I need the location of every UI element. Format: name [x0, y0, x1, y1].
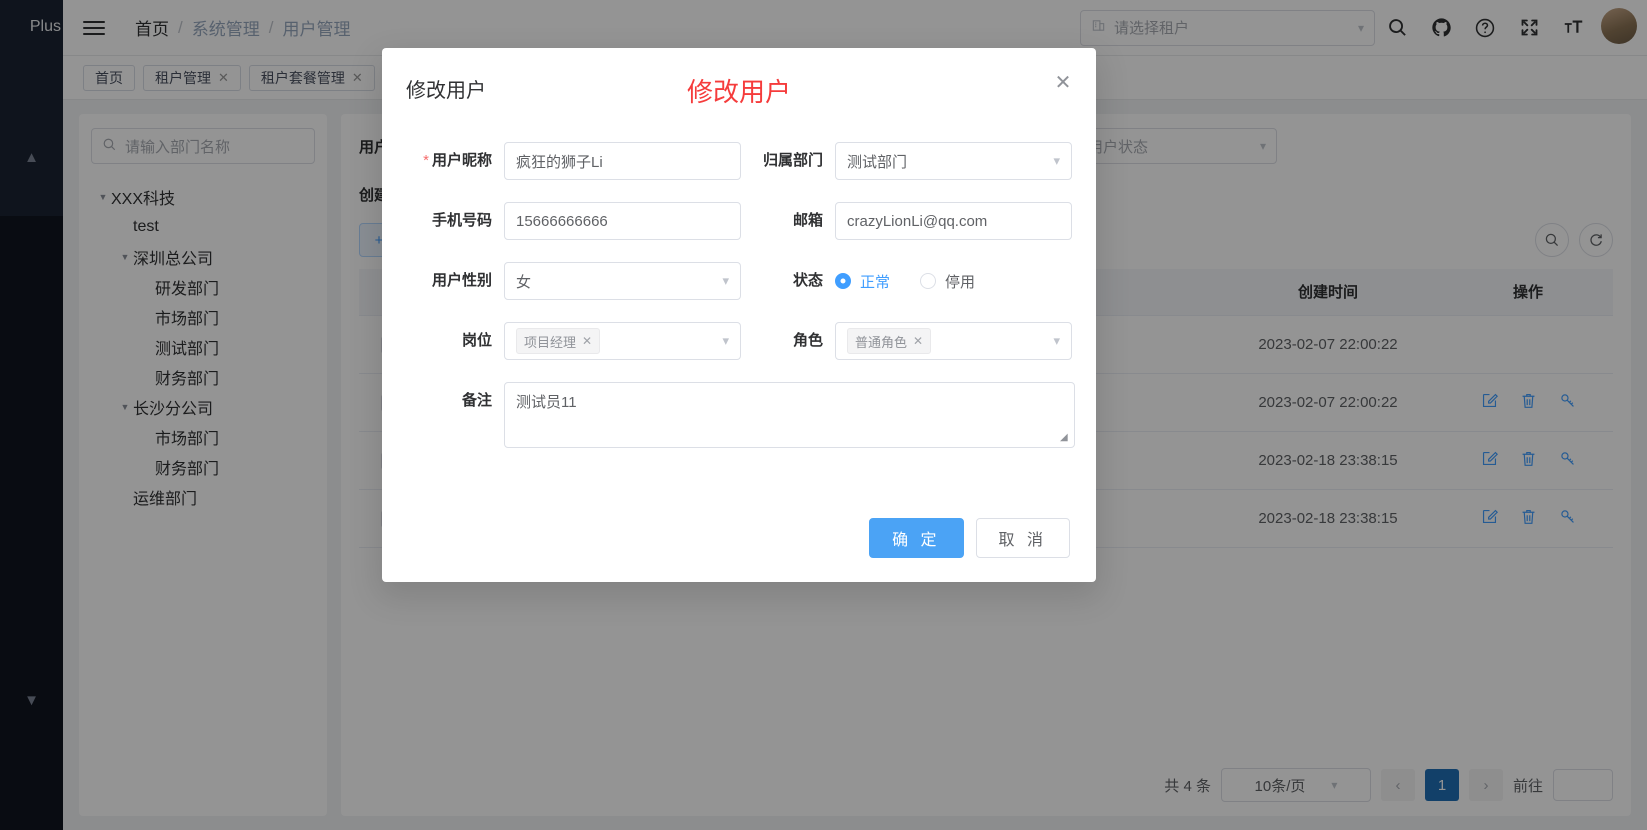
field-label-email: 邮箱 — [792, 212, 823, 229]
remark-value: 测试员11 — [516, 394, 577, 411]
form-row-3: 用户性别 女 ▾ 状态 正常 停用 — [408, 262, 1070, 300]
form-row-2: 手机号码 15666666666 邮箱 crazyLionLi@qq.com — [408, 202, 1072, 240]
close-icon[interactable]: ✕ — [913, 334, 923, 348]
close-icon[interactable]: ✕ — [582, 334, 592, 348]
form-row-remark: 备注 测试员11 ◢ — [408, 382, 1075, 448]
dialog-footer: 确 定 取 消 — [382, 518, 1096, 582]
email-input[interactable]: crazyLionLi@qq.com — [835, 202, 1072, 240]
field-status: 状态 正常 停用 — [739, 262, 1070, 300]
status-radio-group: 正常 停用 — [835, 262, 1070, 300]
remark-textarea[interactable]: 测试员11 ◢ — [504, 382, 1075, 448]
gender-value: 女 — [516, 273, 532, 291]
confirm-button[interactable]: 确 定 — [869, 518, 964, 558]
field-label-phone: 手机号码 — [431, 212, 492, 229]
chevron-down-icon: ▾ — [1053, 153, 1060, 168]
department-select[interactable]: 测试部门 ▾ — [835, 142, 1072, 180]
field-department: 归属部门 测试部门 ▾ — [739, 142, 1072, 180]
field-role: 角色 普通角色 ✕ ▾ — [739, 322, 1072, 360]
field-post: 岗位 项目经理 ✕ ▾ — [408, 322, 741, 360]
dialog-header: 修改用户 修改用户 ✕ — [382, 48, 1096, 124]
radio-dot-icon — [920, 273, 937, 289]
gender-select[interactable]: 女 ▾ — [504, 262, 741, 300]
dialog-title: 修改用户 — [406, 80, 486, 102]
resize-grip-icon[interactable]: ◢ — [1060, 433, 1072, 445]
field-label-department: 归属部门 — [762, 152, 823, 169]
chevron-down-icon: ▾ — [722, 333, 729, 348]
field-label-nickname: * 用户昵称 — [408, 142, 504, 180]
status-radio-disabled[interactable]: 停用 — [920, 271, 975, 292]
field-label-gender: 用户性别 — [431, 272, 492, 289]
required-marker: * — [423, 152, 429, 169]
department-value: 测试部门 — [847, 153, 908, 171]
nickname-input[interactable]: 疯狂的狮子Li — [504, 142, 741, 180]
post-tag: 项目经理 ✕ — [516, 328, 601, 354]
phone-value: 15666666666 — [516, 212, 608, 230]
dialog-body: * 用户昵称 疯狂的狮子Li 归属部门 测试部门 ▾ 手机号码 15666666… — [382, 124, 1096, 518]
form-row-1: * 用户昵称 疯狂的狮子Li 归属部门 测试部门 ▾ — [408, 142, 1072, 180]
role-tag-label: 普通角色 — [855, 334, 908, 350]
field-phone: 手机号码 15666666666 — [408, 202, 741, 240]
field-email: 邮箱 crazyLionLi@qq.com — [739, 202, 1072, 240]
role-tag: 普通角色 ✕ — [847, 328, 932, 354]
field-label-text: 用户昵称 — [431, 152, 492, 169]
field-label-post: 岗位 — [461, 332, 492, 349]
field-label-status: 状态 — [792, 272, 823, 289]
edit-user-dialog: 修改用户 修改用户 ✕ * 用户昵称 疯狂的狮子Li 归属部门 测试部门 ▾ 手… — [382, 48, 1096, 582]
form-row-4: 岗位 项目经理 ✕ ▾ 角色 普通角色 ✕ ▾ — [408, 322, 1072, 360]
post-tag-label: 项目经理 — [524, 334, 577, 350]
field-remark: 备注 测试员11 ◢ — [408, 382, 1075, 448]
role-select[interactable]: 普通角色 ✕ ▾ — [835, 322, 1072, 360]
radio-dot-icon — [835, 273, 851, 289]
status-radio-normal[interactable]: 正常 — [835, 271, 890, 292]
cancel-button[interactable]: 取 消 — [975, 518, 1070, 558]
chevron-down-icon: ▾ — [722, 273, 729, 288]
post-select[interactable]: 项目经理 ✕ ▾ — [504, 322, 741, 360]
field-label-remark: 备注 — [461, 392, 492, 409]
phone-input[interactable]: 15666666666 — [504, 202, 741, 240]
app-root: Plus ▲ ▼ 首页 / 系统管理 / 用户管理 请选择租户 ▾ 首页 租户管… — [0, 0, 1647, 830]
close-icon[interactable]: ✕ — [1050, 70, 1076, 96]
status-radio-normal-label: 正常 — [860, 273, 891, 291]
field-label-role: 角色 — [792, 332, 823, 349]
field-nickname: * 用户昵称 疯狂的狮子Li — [408, 142, 741, 180]
nickname-value: 疯狂的狮子Li — [516, 153, 603, 171]
email-value: crazyLionLi@qq.com — [847, 212, 988, 230]
chevron-down-icon: ▾ — [1053, 333, 1060, 348]
field-gender: 用户性别 女 ▾ — [408, 262, 741, 300]
status-radio-disabled-label: 停用 — [945, 273, 976, 291]
